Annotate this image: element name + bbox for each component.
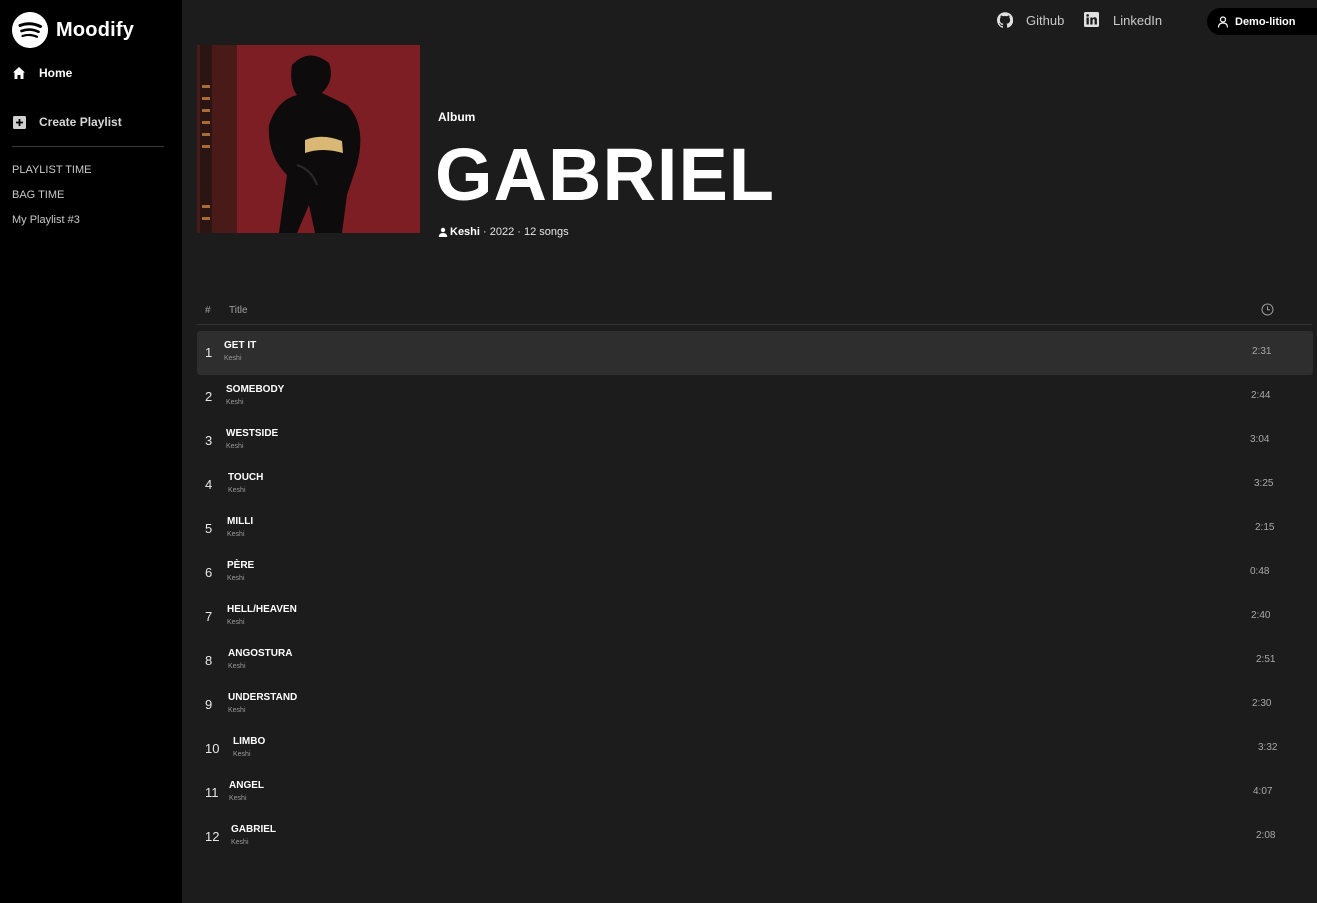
clock-icon [1261, 303, 1274, 316]
track-artist: Keshi [229, 795, 247, 802]
track-duration: 3:04 [1250, 434, 1270, 445]
album-subtitle: Keshi · 2022 · 12 songs [438, 226, 775, 238]
app-logo-icon [12, 12, 48, 48]
sidebar-playlist-item[interactable]: BAG TIME [12, 189, 91, 214]
linkedin-icon [1084, 12, 1100, 28]
track-number: 8 [205, 653, 213, 668]
track-number: 10 [205, 741, 220, 756]
linkedin-link[interactable]: LinkedIn [1084, 12, 1162, 28]
track-duration: 2:15 [1255, 522, 1275, 533]
artist-icon [438, 227, 448, 237]
brand[interactable]: Moodify [12, 12, 134, 48]
album-details: · 2022 · 12 songs [479, 226, 569, 238]
nav-home[interactable]: Home [12, 66, 72, 80]
sidebar: Moodify Home Create Playlist PLAYLIST TI… [0, 0, 182, 903]
sidebar-divider [12, 146, 164, 147]
album-cover [197, 45, 420, 233]
track-duration: 2:51 [1256, 654, 1276, 665]
track-duration: 3:32 [1258, 742, 1278, 753]
album-artist-link[interactable]: Keshi [450, 226, 480, 238]
nav-create-playlist[interactable]: Create Playlist [12, 115, 122, 129]
album-meta: Album GABRIEL Keshi · 2022 · 12 songs [435, 110, 775, 238]
track-row[interactable]: 11 ANGEL Keshi 4:07 [197, 771, 1313, 815]
track-list: 1 GET IT Keshi 2:31 2 SOMEBODY Keshi 2:44 … [197, 331, 1313, 859]
linkedin-label: LinkedIn [1113, 12, 1163, 28]
track-duration: 4:07 [1253, 786, 1273, 797]
track-duration: 2:40 [1251, 610, 1271, 621]
user-menu-button[interactable]: Demo-lition [1207, 8, 1317, 35]
track-artist: Keshi [233, 751, 251, 758]
album-title: GABRIEL [435, 133, 775, 216]
track-row[interactable]: 8 ANGOSTURA Keshi 2:51 [197, 639, 1313, 683]
track-row[interactable]: 12 GABRIEL Keshi 2:08 [197, 815, 1313, 859]
plus-square-icon [12, 115, 26, 129]
track-title: UNDERSTAND [228, 692, 298, 703]
track-row[interactable]: 6 PÈRE Keshi 0:48 [197, 551, 1313, 595]
track-number: 6 [205, 565, 213, 580]
track-artist: Keshi [227, 575, 245, 582]
track-duration: 3:25 [1254, 478, 1274, 489]
track-title: HELL/HEAVEN [227, 604, 297, 615]
track-title: LIMBO [233, 736, 266, 747]
github-icon [997, 12, 1013, 28]
track-title: ANGOSTURA [228, 648, 293, 659]
track-row[interactable]: 1 GET IT Keshi 2:31 [197, 331, 1313, 375]
track-duration: 2:44 [1251, 390, 1271, 401]
track-row[interactable]: 9 UNDERSTAND Keshi 2:30 [197, 683, 1313, 727]
track-row[interactable]: 3 WESTSIDE Keshi 3:04 [197, 419, 1313, 463]
track-row[interactable]: 10 LIMBO Keshi 3:32 [197, 727, 1313, 771]
track-duration: 2:30 [1252, 698, 1272, 709]
track-number: 12 [205, 829, 220, 844]
track-artist: Keshi [227, 619, 245, 626]
nav-create-label: Create Playlist [39, 115, 122, 129]
track-title: GABRIEL [231, 824, 276, 835]
track-artist: Keshi [228, 663, 246, 670]
track-duration: 2:31 [1252, 346, 1272, 357]
nav-home-label: Home [39, 66, 73, 80]
track-number: 7 [205, 609, 213, 624]
track-row[interactable]: 7 HELL/HEAVEN Keshi 2:40 [197, 595, 1313, 639]
header-title: Title [229, 305, 248, 316]
track-number: 3 [205, 433, 213, 448]
track-number: 11 [205, 785, 219, 800]
github-link[interactable]: Github [997, 12, 1064, 28]
track-artist: Keshi [231, 839, 249, 846]
track-title: SOMEBODY [226, 384, 285, 395]
tracklist-header: # Title [197, 300, 1312, 325]
playlist-list: PLAYLIST TIME BAG TIME My Playlist #3 [12, 164, 91, 239]
track-artist: Keshi [224, 355, 242, 362]
track-duration: 0:48 [1250, 566, 1270, 577]
sidebar-playlist-item[interactable]: My Playlist #3 [12, 214, 91, 239]
track-title: MILLI [227, 516, 254, 527]
sidebar-playlist-item[interactable]: PLAYLIST TIME [12, 164, 91, 189]
track-number: 4 [205, 477, 213, 492]
user-icon [1217, 15, 1229, 28]
track-row[interactable]: 2 SOMEBODY Keshi 2:44 [197, 375, 1313, 419]
track-row[interactable]: 5 MILLI Keshi 2:15 [197, 507, 1313, 551]
track-number: 9 [205, 697, 213, 712]
track-duration: 2:08 [1256, 830, 1276, 841]
track-artist: Keshi [226, 443, 244, 450]
track-artist: Keshi [228, 487, 246, 494]
track-number: 5 [205, 521, 213, 536]
track-artist: Keshi [226, 399, 244, 406]
header-number: # [205, 305, 211, 316]
track-artist: Keshi [227, 531, 245, 538]
track-number: 1 [205, 345, 213, 360]
track-title: TOUCH [228, 472, 264, 483]
album-type-label: Album [438, 110, 476, 124]
track-row[interactable]: 4 TOUCH Keshi 3:25 [197, 463, 1313, 507]
track-title: GET IT [224, 340, 257, 351]
track-number: 2 [205, 389, 213, 404]
github-label: Github [1026, 12, 1065, 28]
track-title: PÈRE [227, 560, 255, 571]
track-title: ANGEL [229, 780, 264, 791]
user-name: Demo-lition [1235, 15, 1296, 28]
home-icon [12, 66, 26, 80]
track-artist: Keshi [228, 707, 246, 714]
track-title: WESTSIDE [226, 428, 279, 439]
app-name: Moodify [56, 18, 135, 41]
